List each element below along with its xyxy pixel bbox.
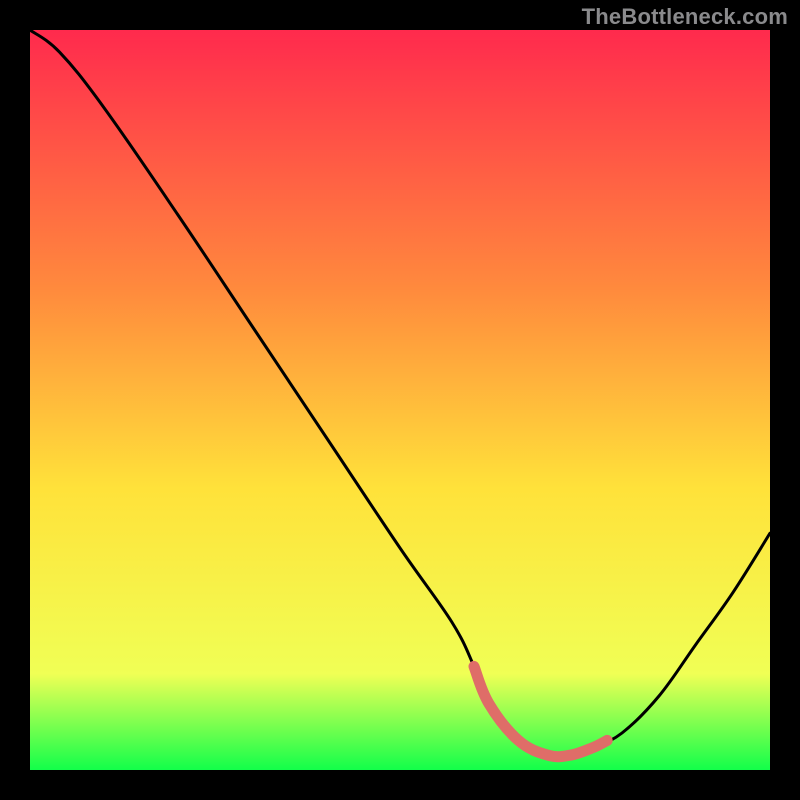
chart-frame: TheBottleneck.com bbox=[0, 0, 800, 800]
gradient-background bbox=[30, 30, 770, 770]
attribution-text: TheBottleneck.com bbox=[582, 4, 788, 30]
chart-svg bbox=[30, 30, 770, 770]
plot-area bbox=[30, 30, 770, 770]
